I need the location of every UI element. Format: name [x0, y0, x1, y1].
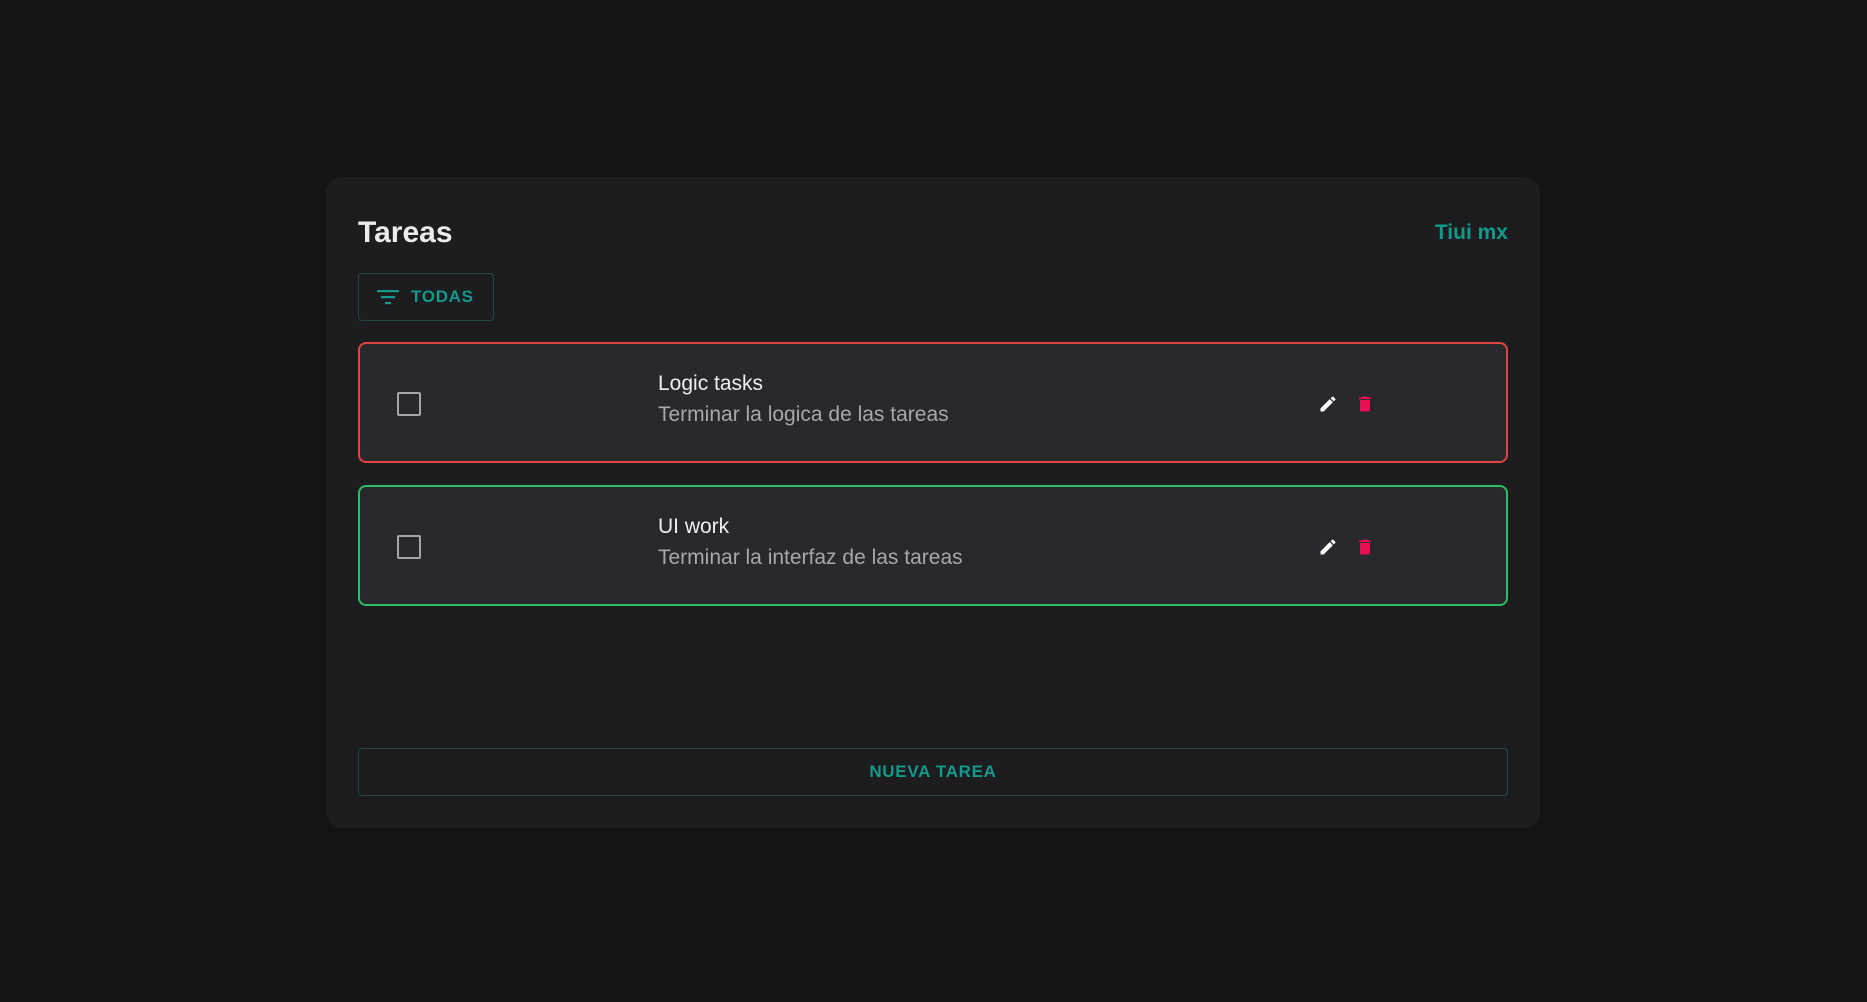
task-title: Logic tasks: [658, 372, 764, 395]
filter-label: TODAS: [411, 287, 474, 306]
task-item: UI work Terminar la interfaz de las tare…: [358, 485, 1508, 606]
task-description: Terminar la logica de las tareas: [658, 403, 949, 426]
filter-button[interactable]: TODAS: [358, 273, 494, 321]
filter-list-icon: [377, 289, 399, 305]
trash-icon[interactable]: [1353, 392, 1377, 416]
task-checkbox[interactable]: [397, 392, 421, 416]
task-title: UI work: [658, 515, 730, 538]
pencil-icon[interactable]: [1316, 392, 1340, 416]
task-text: Logic tasks Terminar la logica de las ta…: [658, 370, 949, 429]
card-header: Tareas Tiui mx: [358, 213, 1508, 253]
page-title: Tareas: [358, 216, 453, 249]
pencil-icon[interactable]: [1316, 535, 1340, 559]
task-list: Logic tasks Terminar la logica de las ta…: [358, 342, 1508, 628]
task-description: Terminar la interfaz de las tareas: [658, 546, 963, 569]
tasks-card: Tareas Tiui mx TODAS Logic tasks Termina…: [326, 177, 1540, 828]
new-task-button[interactable]: NUEVA TAREA: [358, 748, 1508, 796]
task-checkbox[interactable]: [397, 535, 421, 559]
task-actions: [1316, 392, 1377, 416]
trash-icon[interactable]: [1353, 535, 1377, 559]
task-actions: [1316, 535, 1377, 559]
task-text: UI work Terminar la interfaz de las tare…: [658, 513, 963, 572]
brand-link[interactable]: Tiui mx: [1435, 221, 1508, 245]
task-item: Logic tasks Terminar la logica de las ta…: [358, 342, 1508, 463]
